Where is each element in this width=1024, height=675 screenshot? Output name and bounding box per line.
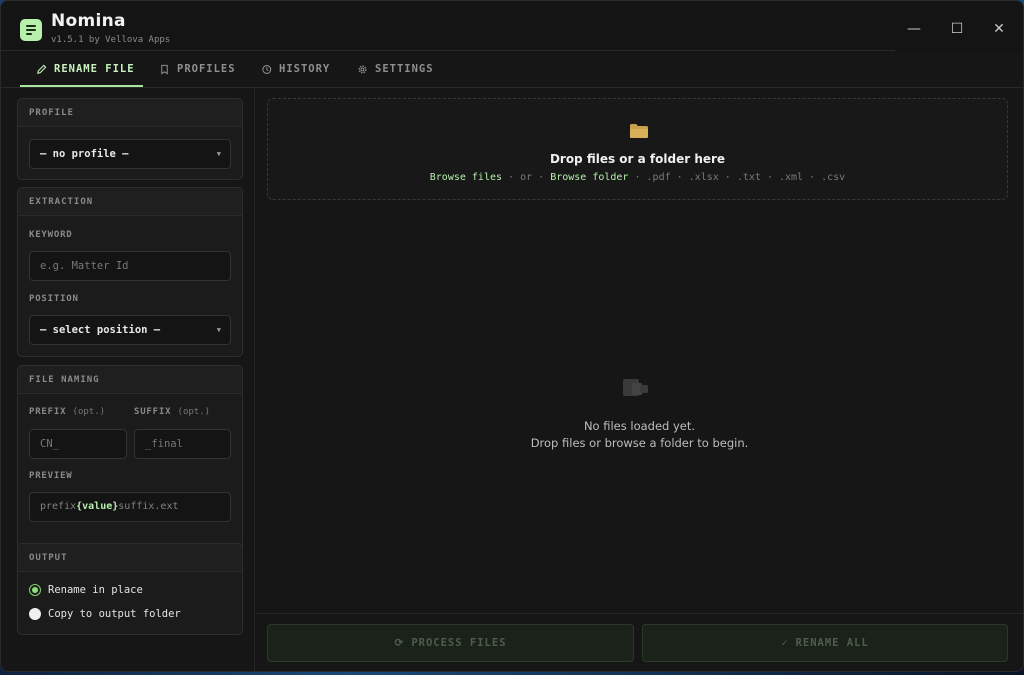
extraction-panel: EXTRACTION KEYWORD POSITION — select pos…	[17, 187, 243, 357]
prefix-label: PREFIX (opt.)	[29, 407, 106, 417]
sidebar: PROFILE — no profile — ▼ EXTRACTION KEYW…	[1, 88, 255, 671]
empty-state-hint: Drop files or browse a folder to begin.	[530, 436, 749, 450]
panel-heading: PROFILE	[18, 99, 242, 127]
profile-select[interactable]: — no profile — ▼	[29, 139, 231, 169]
profile-select-value: — no profile —	[40, 148, 129, 160]
position-select-value: — select position —	[40, 324, 161, 336]
tab-label: HISTORY	[279, 63, 331, 75]
browse-folder-link[interactable]: Browse folder	[550, 172, 628, 183]
position-label: POSITION	[29, 294, 79, 304]
pencil-icon	[37, 64, 47, 74]
panel-heading: EXTRACTION	[18, 188, 242, 216]
app-version: v1.5.1 by Vellova Apps	[51, 35, 171, 45]
suffix-input[interactable]	[134, 429, 231, 459]
rename-in-place-option[interactable]: Rename in place	[29, 584, 143, 596]
filename-preview: prefix{value}suffix.ext	[29, 492, 231, 522]
app-logo-icon	[20, 19, 42, 41]
keyword-label: KEYWORD	[29, 230, 73, 240]
drop-zone[interactable]: Drop files or a folder here Browse files…	[267, 98, 1008, 200]
tab-rename-file[interactable]: RENAME FILE	[20, 51, 143, 87]
refresh-icon: ⟳	[394, 637, 405, 649]
prefix-input[interactable]	[29, 429, 127, 459]
process-files-button[interactable]: ⟳ PROCESS FILES	[267, 624, 634, 662]
rename-all-button[interactable]: ✓ RENAME ALL	[642, 624, 1008, 662]
title-bar: Nomina v1.5.1 by Vellova Apps — ☐ ✕	[1, 1, 1023, 51]
empty-state-title: No files loaded yet.	[583, 419, 696, 433]
preview-label: PREVIEW	[29, 471, 73, 481]
tab-history[interactable]: HISTORY	[261, 51, 330, 87]
history-icon	[262, 64, 272, 74]
position-select[interactable]: — select position — ▼	[29, 315, 231, 345]
tab-profiles[interactable]: PROFILES	[159, 51, 236, 87]
browse-files-link[interactable]: Browse files	[430, 172, 502, 183]
suffix-label: SUFFIX (opt.)	[134, 407, 211, 417]
keyword-input[interactable]	[29, 251, 231, 281]
main-area: Drop files or a folder here Browse files…	[256, 88, 1023, 671]
tab-bar: RENAME FILE PROFILES HISTORY SETTINGS	[1, 51, 1023, 87]
check-icon: ✓	[781, 637, 789, 649]
drop-zone-title: Drop files or a folder here	[549, 152, 726, 166]
close-button[interactable]: ✕	[984, 15, 1014, 43]
output-panel: OUTPUT Rename in place Copy to output fo…	[17, 543, 243, 635]
tab-label: SETTINGS	[375, 63, 434, 75]
profile-panel: PROFILE — no profile — ▼	[17, 98, 243, 180]
tab-label: PROFILES	[177, 63, 236, 75]
radio-selected[interactable]	[29, 584, 41, 596]
app-name: Nomina	[51, 11, 126, 31]
chevron-down-icon: ▼	[216, 326, 221, 334]
tab-settings[interactable]: SETTINGS	[357, 51, 434, 87]
panel-heading: FILE NAMING	[18, 366, 242, 394]
radio-unselected[interactable]	[29, 608, 41, 620]
drop-zone-links: Browse files · or · Browse folder · .pdf…	[429, 172, 846, 183]
footer-divider	[256, 613, 1023, 614]
maximize-button[interactable]: ☐	[942, 15, 972, 43]
tab-label: RENAME FILE	[54, 63, 135, 75]
bookmark-icon	[161, 64, 168, 75]
copy-to-output-option[interactable]: Copy to output folder	[29, 608, 181, 620]
gear-icon	[358, 64, 367, 74]
app-window: Nomina v1.5.1 by Vellova Apps — ☐ ✕ RENA…	[0, 0, 1024, 672]
panel-heading: OUTPUT	[18, 544, 242, 572]
folder-icon	[630, 124, 648, 138]
files-icon	[623, 379, 648, 396]
chevron-down-icon: ▼	[216, 150, 221, 158]
minimize-button[interactable]: —	[899, 15, 929, 43]
